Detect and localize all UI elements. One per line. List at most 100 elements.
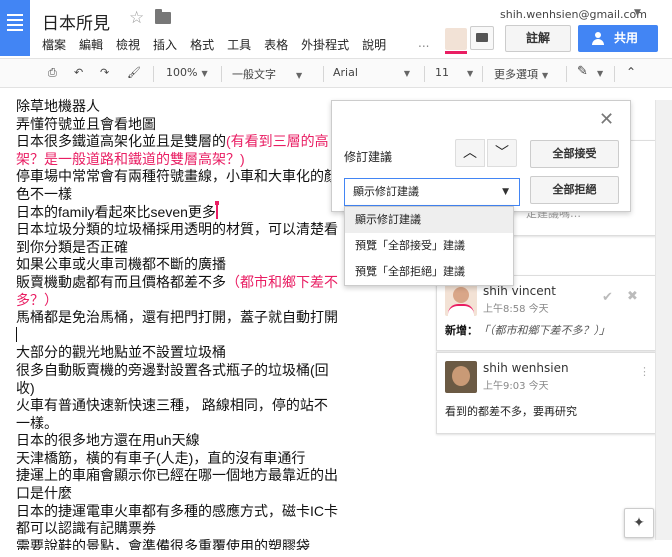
docs-logo-icon[interactable] [0,0,30,56]
suggestion-comment-card[interactable]: shih vincent 上午8:58 今天 ✔ ✖ 新增：「（都市和鄉下差不多… [436,275,656,351]
text-caret [16,326,17,342]
caret-down-icon: ▼ [403,69,411,78]
zoom-value: 100% [166,66,198,79]
comments-button[interactable]: 註解 [505,25,571,52]
doc-line: 大部分的觀光地點並不設置垃圾桶 [16,344,226,361]
menu-more[interactable]: ... [418,36,429,50]
reject-suggestion-close-icon[interactable]: ✖ [627,289,638,304]
doc-line: 除草地機器人 [16,98,100,114]
menu-insert[interactable]: 插入 [153,36,177,53]
previous-suggestion-button[interactable]: ︿ [455,139,485,167]
toolbar-divider [614,66,615,82]
mode-option-preview-reject[interactable]: 預覽「全部拒絕」建議 [345,259,513,285]
mode-selected-value: 顯示修訂建議 [353,185,419,198]
explore-icon: ✦ [633,515,645,531]
toolbar-divider [323,66,324,82]
menu-addons[interactable]: 外掛程式 [301,36,349,53]
vertical-scrollbar[interactable] [655,100,672,540]
share-button[interactable]: 共用 [578,25,658,52]
document-body[interactable]: 除草地機器人 弄懂符號並且會看地圖 日本很多鐵道高架化並且是雙層的(有看到三層的… [16,98,338,550]
suggestion-mode-select[interactable]: 顯示修訂建議 ▼ [344,178,520,206]
toolbar-divider [482,66,483,82]
comment-card[interactable]: shih wenhsien 上午9:03 今天 ⋮ 看到的都差不多，要再研究 [436,352,656,434]
toolbar: ⎙ ↶ ↷ 🖌 100% ▼ 一般文字 ▼ Arial ▼ 11 ▼ 更多選項 ▼ ✎ ▼… [0,58,672,88]
menu-edit[interactable]: 編輯 [79,36,103,53]
doc-line: 日本垃圾分類的垃圾桶採用透明的材質，可以清楚看到你分類是否正確 [16,221,338,255]
suggestions-panel: ✕ 修訂建議 ︿ ﹀ 全部接受 全部拒絕 顯示修訂建議 ▼ [331,100,631,212]
doc-line: 很多自動販賣機的旁邊對設置各式瓶子的垃圾桶(回收) [16,361,329,396]
star-icon[interactable]: ☆ [129,8,144,28]
more-vert-icon[interactable]: ⋮ [639,365,650,378]
doc-line: 日本很多鐵道高架化並且是雙層的(有看到三層的高架？是一般道路和鐵道的雙層高架？) [16,133,338,168]
print-icon[interactable]: ⎙ [48,66,57,80]
toolbar-divider [153,66,154,82]
account-caret-icon[interactable]: ▼ [634,8,641,18]
doc-line: 天津橋筋，橫的有車子(人走)，直的沒有車通行 [16,449,306,466]
reject-all-button[interactable]: 全部拒絕 [530,176,619,204]
doc-line: 販賣機動處都有而且價格都差不多（都市和鄉下差不多？） [16,274,338,309]
style-select[interactable]: 一般文字 ▼ [232,66,302,82]
doc-line: 如果公車或火車司機都不斷的廣播 [16,256,226,273]
doc-line: 日本的family看起來比seven更多 [16,200,338,222]
doc-line-text: 販賣機動處都有而且價格都差不多 [16,273,226,290]
collapse-toolbar-icon[interactable]: ⌃ [626,65,636,79]
suggestion-summary: 新增：「（都市和鄉下差不多？）」 [445,322,610,338]
doc-line: 火車有普通快速新快速三種， 路線相同，停的站不一樣。 [16,397,328,431]
zoom-select[interactable]: 100% ▼ [166,66,208,79]
redo-icon[interactable]: ↷ [100,66,109,79]
next-suggestion-button[interactable]: ﹀ [487,139,517,167]
doc-line: 馬桶都是免治馬桶，還有把門打開，蓋子就自動打開 [16,309,338,344]
close-icon[interactable]: ✕ [599,109,614,130]
avatar [445,361,477,393]
menu-table[interactable]: 表格 [264,36,288,53]
comment-time: 上午8:58 今天 [483,304,549,315]
doc-line: 需要說鞋的景點，會準備很多重覆使用的塑膠袋 [16,537,310,550]
folder-icon[interactable] [155,9,171,24]
paint-format-icon[interactable]: 🖌 [127,66,141,79]
person-icon [592,32,604,45]
toolbar-divider [424,66,425,82]
share-label: 共用 [614,31,639,45]
toolbar-divider [566,66,567,82]
doc-line: 捷運上的車廂會顯示你已經在哪一個地方最靠近的出口是什麼 [16,467,338,502]
chat-button[interactable] [470,26,494,50]
doc-line-text: 馬桶都是免治馬桶，還有把門打開，蓋子就自動打開 [16,309,338,326]
edit-mode-caret-icon[interactable]: ▼ [597,66,603,79]
menu-file[interactable]: 檔案 [42,36,66,53]
caret-down-icon: ▼ [502,187,509,197]
caret-down-icon: ▼ [467,69,474,78]
collaborator-avatar[interactable] [445,28,467,54]
caret-down-icon: ▼ [296,71,303,80]
explore-button[interactable]: ✦ [624,508,654,538]
edit-mode-pencil-icon[interactable]: ✎ [577,64,588,79]
suggestion-mode-menu: 顯示修訂建議 預覽「全部接受」建議 預覽「全部拒絕」建議 [344,206,514,286]
accept-suggestion-check-icon[interactable]: ✔ [602,290,613,305]
caret-down-icon: ▼ [542,71,549,80]
undo-icon[interactable]: ↶ [74,66,83,79]
doc-line: 弄懂符號並且會看地圖 [16,115,156,132]
account-email[interactable]: shih.wenhsien@gmail.com [500,8,647,21]
avatar [445,284,477,316]
menu-format[interactable]: 格式 [190,36,214,53]
doc-title[interactable]: 日本所見 [42,9,110,34]
chevron-down-icon: ﹀ [495,145,509,161]
mode-option-show[interactable]: 顯示修訂建議 [345,207,513,233]
accept-all-button[interactable]: 全部接受 [530,140,619,168]
mode-option-preview-accept[interactable]: 預覽「全部接受」建議 [345,233,513,259]
doc-line: 停車場中常常會有兩種符號畫線，小車和大車化的顏色不一樣 [16,168,338,202]
suggestion-text: 「（都市和鄉下差不多？）」 [478,324,610,337]
font-value: Arial [333,66,358,79]
menu-tools[interactable]: 工具 [227,36,251,53]
more-options-button[interactable]: 更多選項 ▼ [494,66,548,82]
menu-view[interactable]: 檢視 [116,36,140,53]
doc-line: 日本的捷運電車火車都有多種的感應方式，磁卡IC卡都可以認識有記購票券 [16,502,338,537]
docs-window: 日本所見 ☆ 檔案 編輯 檢視 插入 格式 工具 表格 外掛程式 說明 ... … [0,0,672,557]
size-select[interactable]: 11 ▼ [435,66,473,79]
menu-bar: 檔案 編輯 檢視 插入 格式 工具 表格 外掛程式 說明 [42,36,386,53]
size-value: 11 [435,66,449,79]
font-select[interactable]: Arial ▼ [333,66,410,79]
doc-line-text: 日本的family看起來比seven更多 [16,203,216,220]
menu-help[interactable]: 說明 [362,36,386,53]
comment-author: shih vincent [483,284,556,298]
suggestion-action-label: 新增： [445,324,478,337]
